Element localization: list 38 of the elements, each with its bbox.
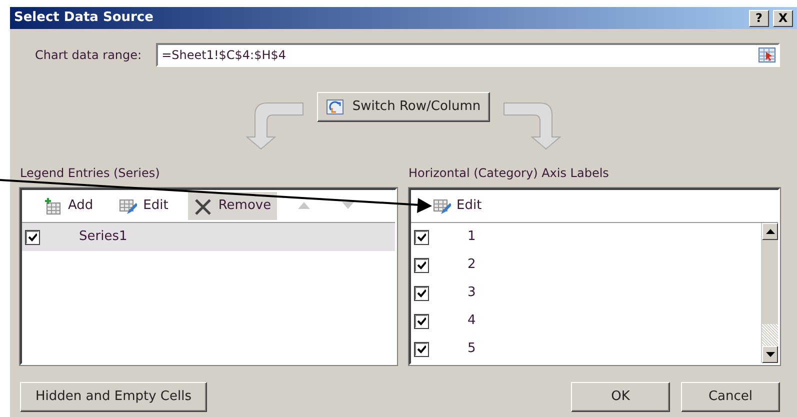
hidden-cells-button[interactable]: Hidden and Empty Cells [20,382,207,412]
field-value: =Sheet1!$C$4:$H$4 [162,47,286,64]
cancel-button[interactable]: Cancel [681,382,780,412]
axis-labels-label: Horizontal (Category) Axis Labels [408,165,610,182]
window-title: Select Data Source [14,9,154,28]
list-item[interactable]: 1 [410,223,761,251]
edit-button[interactable]: Edit [113,192,174,220]
switch-icon [326,99,344,115]
ok-button[interactable]: OK [571,382,670,412]
list-item[interactable]: Series1 [22,223,394,251]
range-select-icon [758,47,776,63]
list-item[interactable]: 3 [410,279,761,307]
remove-button[interactable]: Remove [188,192,278,220]
range-field[interactable]: =Sheet1!$C$4:$H$4 [156,43,780,67]
checkbox[interactable] [414,286,428,300]
scrollbar[interactable] [761,223,778,363]
list-item[interactable]: 2 [410,251,761,279]
scroll-down-icon[interactable] [766,352,774,357]
edit-icon [432,198,450,214]
edit-icon [119,198,138,214]
add-button[interactable]: Add [38,192,100,220]
field-label: Chart data range: [35,47,142,64]
checkbox[interactable] [26,230,39,244]
checkbox[interactable] [414,314,428,328]
edit-button[interactable]: Edit [426,192,488,220]
scroll-thumb[interactable] [762,324,778,346]
add-icon [44,198,62,214]
list-item[interactable]: 5 [410,335,761,363]
window-button[interactable]: ? [749,10,769,26]
remove-icon [194,198,212,214]
window-button[interactable]: X [773,10,793,26]
list-item[interactable]: 4 [410,307,761,335]
scroll-up-icon[interactable] [766,229,774,234]
checkbox[interactable] [414,342,428,356]
legend-entries-label: Legend Entries (Series) [20,165,161,182]
checkbox[interactable] [414,230,428,244]
switch-button[interactable]: Switch Row/Column [317,92,490,122]
checkbox[interactable] [414,258,428,272]
